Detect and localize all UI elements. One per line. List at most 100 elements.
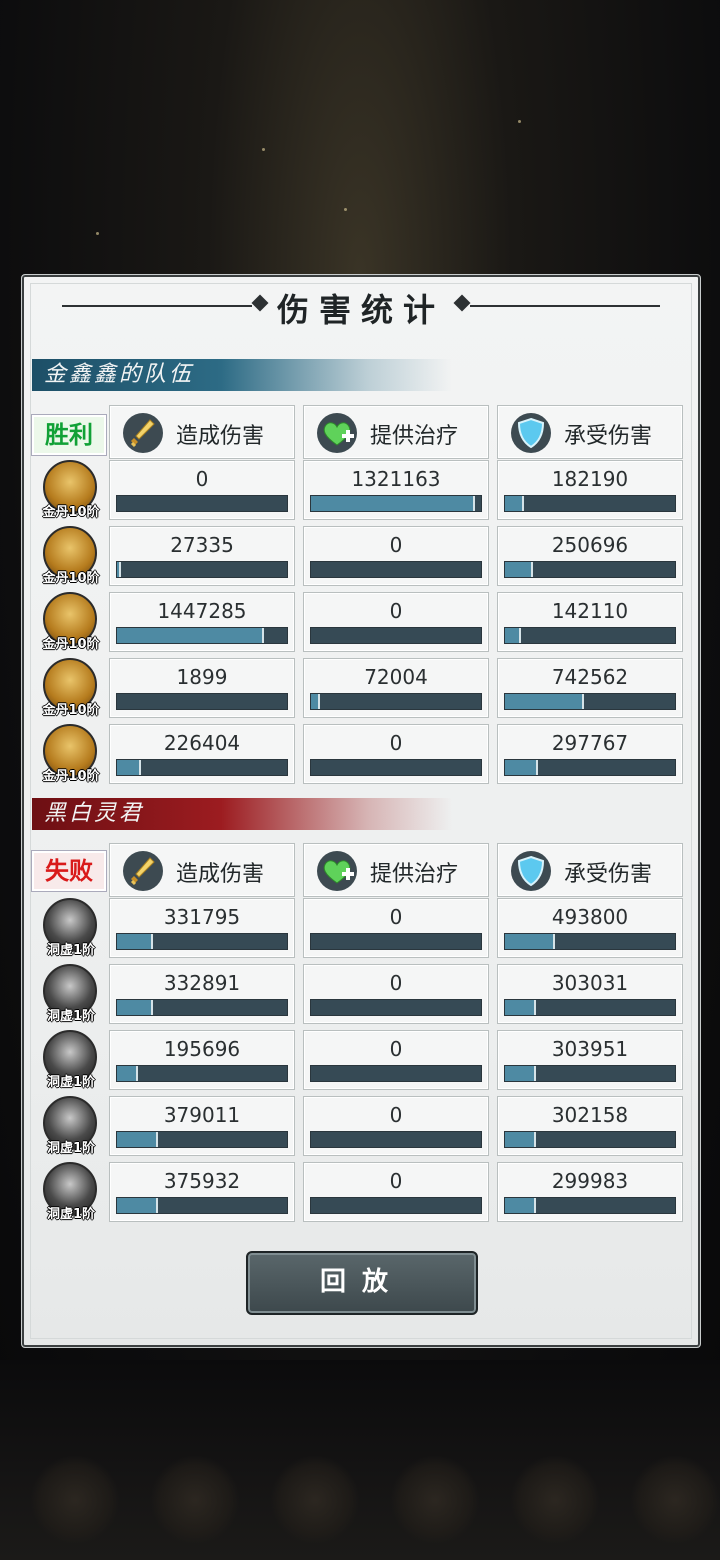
stat-bar-fill	[505, 496, 524, 511]
stat-value: 742562	[551, 665, 629, 689]
team2-banner: 黑白灵君	[32, 798, 452, 830]
sword-icon	[122, 412, 164, 454]
stat-bar	[116, 1197, 288, 1214]
stat-bar-fill	[505, 628, 521, 643]
hero-avatar[interactable]: 金丹10阶	[40, 722, 102, 784]
stat-bar-fill	[117, 934, 153, 949]
stat-bar-fill	[117, 1132, 159, 1147]
stat-value: 0	[389, 971, 403, 995]
column-header-damage-dealt: 造成伤害	[109, 843, 295, 897]
stat-cell-healing-provided: 1321163	[303, 460, 489, 520]
hero-avatar[interactable]: 洞虚1阶	[40, 896, 102, 958]
column-header-label: 提供治疗	[370, 424, 459, 449]
stat-bar	[116, 1131, 288, 1148]
column-header-damage-taken: 承受伤害	[497, 843, 683, 897]
stat-bar	[116, 759, 288, 776]
hero-avatar[interactable]: 金丹10阶	[40, 524, 102, 586]
stat-bar	[504, 759, 676, 776]
stat-cell-healing-provided: 0	[303, 724, 489, 784]
column-header-label: 造成伤害	[176, 424, 265, 449]
stat-bar-fill	[117, 1066, 138, 1081]
stat-cell-damage-dealt: 27335	[109, 526, 295, 586]
column-header-label: 造成伤害	[176, 862, 265, 887]
stat-value: 0	[389, 731, 403, 755]
hero-avatar[interactable]: 洞虚1阶	[40, 962, 102, 1024]
damage-stats-panel: 伤害统计 金鑫鑫的队伍 胜利 造成伤害 提供治疗 承受伤害 金丹10阶 0 1321163…	[21, 274, 701, 1348]
stat-bar-fill	[505, 934, 555, 949]
stat-bar	[504, 1065, 676, 1082]
hero-rank-label: 金丹10阶	[42, 505, 100, 520]
stat-cell-healing-provided: 0	[303, 964, 489, 1024]
stat-value: 297767	[551, 731, 629, 755]
stat-value: 250696	[551, 533, 629, 557]
stat-bar-fill	[505, 562, 533, 577]
hero-avatar[interactable]: 洞虚1阶	[40, 1160, 102, 1222]
stat-bar	[310, 627, 482, 644]
stat-bar-fill	[505, 1198, 536, 1213]
stat-cell-healing-provided: 0	[303, 526, 489, 586]
stat-bar	[504, 999, 676, 1016]
stat-value: 379011	[163, 1103, 241, 1127]
stat-cell-damage-dealt: 226404	[109, 724, 295, 784]
stat-value: 0	[195, 467, 209, 491]
heart-plus-icon	[316, 412, 358, 454]
hero-avatar[interactable]: 金丹10阶	[40, 458, 102, 520]
stat-bar	[116, 933, 288, 950]
stat-cell-damage-taken: 297767	[497, 724, 683, 784]
stat-cell-damage-taken: 250696	[497, 526, 683, 586]
stat-bar-fill	[505, 694, 584, 709]
stat-cell-damage-dealt: 195696	[109, 1030, 295, 1090]
stat-cell-damage-taken: 142110	[497, 592, 683, 652]
stat-cell-damage-dealt: 0	[109, 460, 295, 520]
stat-bar	[310, 693, 482, 710]
stat-value: 0	[389, 533, 403, 557]
stat-bar	[504, 561, 676, 578]
stat-bar	[310, 1197, 482, 1214]
stat-bar	[116, 1065, 288, 1082]
panel-title: 伤害统计	[276, 291, 445, 329]
stat-value: 303951	[551, 1037, 629, 1061]
hero-rank-label: 洞虚1阶	[46, 1207, 96, 1222]
hero-avatar[interactable]: 金丹10阶	[40, 590, 102, 652]
team1-result-badge: 胜利	[32, 415, 106, 455]
hero-rank-label: 洞虚1阶	[46, 943, 96, 958]
stat-cell-damage-dealt: 1447285	[109, 592, 295, 652]
stat-cell-damage-taken: 302158	[497, 1096, 683, 1156]
stat-value: 1321163	[351, 467, 441, 491]
replay-button[interactable]: 回放	[246, 1251, 478, 1315]
stat-bar	[310, 933, 482, 950]
stat-value: 0	[389, 1037, 403, 1061]
hero-avatar[interactable]: 洞虚1阶	[40, 1094, 102, 1156]
stat-value: 72004	[364, 665, 428, 689]
stat-cell-healing-provided: 0	[303, 1030, 489, 1090]
stat-value: 0	[389, 1103, 403, 1127]
stat-bar-fill	[117, 760, 142, 775]
shield-icon	[510, 850, 552, 892]
stat-value: 299983	[551, 1169, 629, 1193]
stat-cell-damage-dealt: 332891	[109, 964, 295, 1024]
stat-value: 331795	[163, 905, 241, 929]
stat-bar-fill	[117, 1198, 159, 1213]
stat-cell-healing-provided: 72004	[303, 658, 489, 718]
stat-bar	[504, 1131, 676, 1148]
stat-cell-healing-provided: 0	[303, 1162, 489, 1222]
column-header-damage-dealt: 造成伤害	[109, 405, 295, 459]
column-header-label: 承受伤害	[564, 424, 653, 449]
stat-bar-fill	[505, 760, 538, 775]
stat-bar-fill	[117, 562, 121, 577]
stat-bar	[504, 627, 676, 644]
stat-value: 302158	[551, 1103, 629, 1127]
stat-value: 142110	[551, 599, 629, 623]
stat-bar	[310, 999, 482, 1016]
hero-avatar[interactable]: 金丹10阶	[40, 656, 102, 718]
stat-value: 332891	[163, 971, 241, 995]
stat-bar	[310, 759, 482, 776]
hero-rank-label: 洞虚1阶	[46, 1075, 96, 1090]
stat-bar	[504, 495, 676, 512]
stat-bar	[310, 1065, 482, 1082]
background-bottom-nav	[0, 1360, 720, 1560]
hero-avatar[interactable]: 洞虚1阶	[40, 1028, 102, 1090]
stat-value: 0	[389, 599, 403, 623]
stat-cell-damage-taken: 303951	[497, 1030, 683, 1090]
stat-value: 195696	[163, 1037, 241, 1061]
